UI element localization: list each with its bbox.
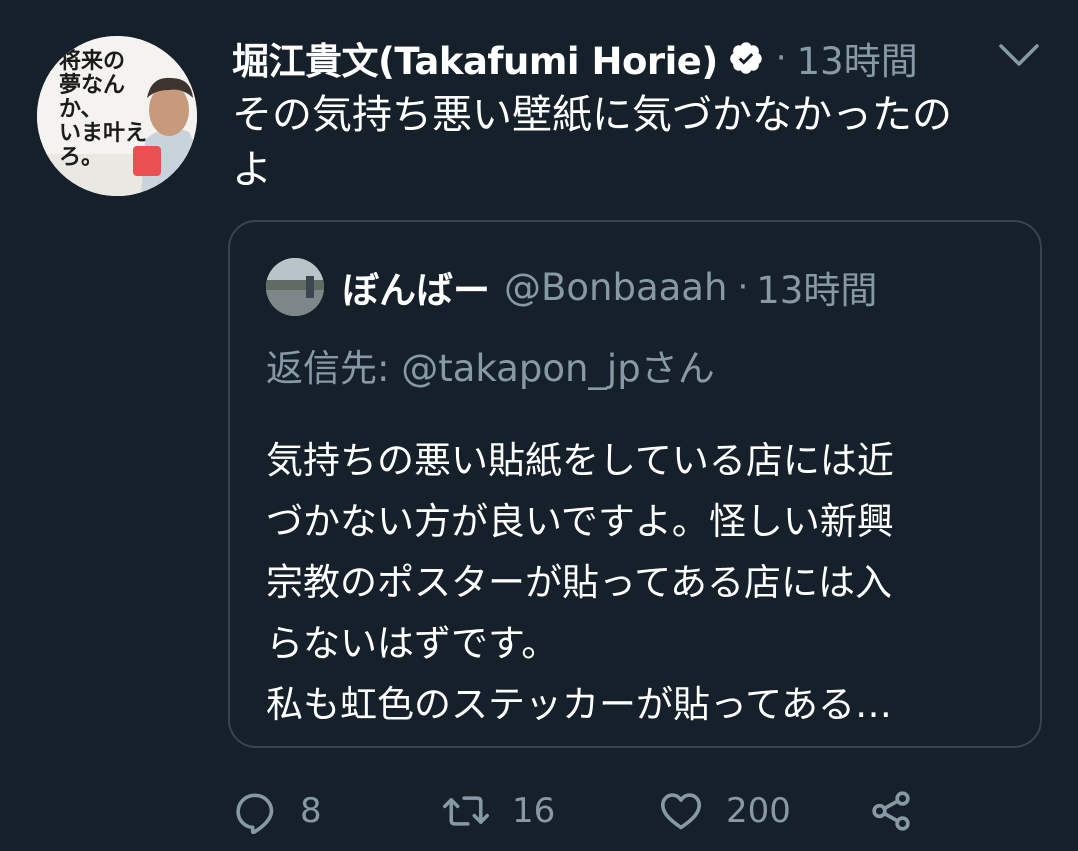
tweet: 将来の 夢なんか、 いま叶えろ。 堀江貴文(Takafumi Horie) · … — [0, 0, 1078, 851]
retweet-icon — [442, 788, 490, 834]
tweet-actions: 8 16 200 — [232, 786, 932, 836]
heart-icon — [658, 788, 704, 834]
like-count: 200 — [726, 791, 791, 831]
retweet-count: 16 — [512, 791, 556, 831]
author-name[interactable]: 堀江貴文(Takafumi Horie) — [232, 31, 718, 85]
quoted-author-name[interactable]: ぼんばー — [342, 260, 490, 314]
quoted-tweet-card[interactable]: ぼんばー @Bonbaaah · 13時間 返信先: @takapon_jpさん… — [228, 220, 1042, 748]
quoted-header-separator: · — [737, 267, 749, 307]
share-icon — [868, 788, 914, 834]
tweet-text-line: よ — [232, 147, 272, 193]
avatar-title-line: 将来の — [59, 49, 126, 74]
author-avatar[interactable]: 将来の 夢なんか、 いま叶えろ。 — [37, 36, 197, 196]
quoted-text-line: 宗教のポスターが貼ってある店には入 — [266, 561, 893, 604]
quoted-text-line: らないはずです。 — [266, 622, 559, 665]
verified-badge-icon — [728, 40, 764, 76]
reply-button[interactable]: 8 — [232, 786, 322, 836]
tweet-text-line: その気持ち悪い壁紙に気づかなかったの — [232, 92, 952, 138]
avatar-title-line: 夢なんか、 — [59, 73, 126, 122]
quoted-text-line: 私も虹色のステッカーが貼ってある… — [266, 683, 893, 726]
quoted-author-handle[interactable]: @Bonbaaah — [504, 266, 727, 309]
quoted-timestamp[interactable]: 13時間 — [756, 260, 877, 314]
tweet-timestamp[interactable]: 13時間 — [797, 31, 918, 85]
avatar-book-title: 将来の 夢なんか、 いま叶えろ。 — [59, 50, 149, 170]
header-separator: · — [775, 38, 787, 78]
quoted-tweet-text: 気持ちの悪い貼紙をしている店には近 づかない方が良いですよ。怪しい新興 宗教のポ… — [266, 430, 1026, 735]
quoted-author-avatar[interactable] — [266, 258, 324, 316]
avatar-title-line: いま叶えろ。 — [59, 121, 148, 170]
quoted-header: ぼんばー @Bonbaaah · 13時間 — [342, 258, 877, 316]
quoted-reply-to[interactable]: 返信先: @takapon_jpさん — [266, 338, 715, 392]
chevron-down-icon[interactable] — [996, 38, 1042, 72]
quoted-text-line: づかない方が良いですよ。怪しい新興 — [266, 500, 894, 543]
retweet-button[interactable]: 16 — [442, 786, 555, 836]
reply-icon — [232, 788, 278, 834]
like-button[interactable]: 200 — [658, 786, 791, 836]
tweet-text: その気持ち悪い壁紙に気づかなかったの よ — [232, 88, 1022, 198]
reply-count: 8 — [300, 791, 322, 831]
tweet-header: 堀江貴文(Takafumi Horie) · 13時間 — [232, 30, 918, 86]
share-button[interactable] — [868, 786, 914, 836]
quoted-text-line: 気持ちの悪い貼紙をしている店には近 — [266, 439, 894, 482]
